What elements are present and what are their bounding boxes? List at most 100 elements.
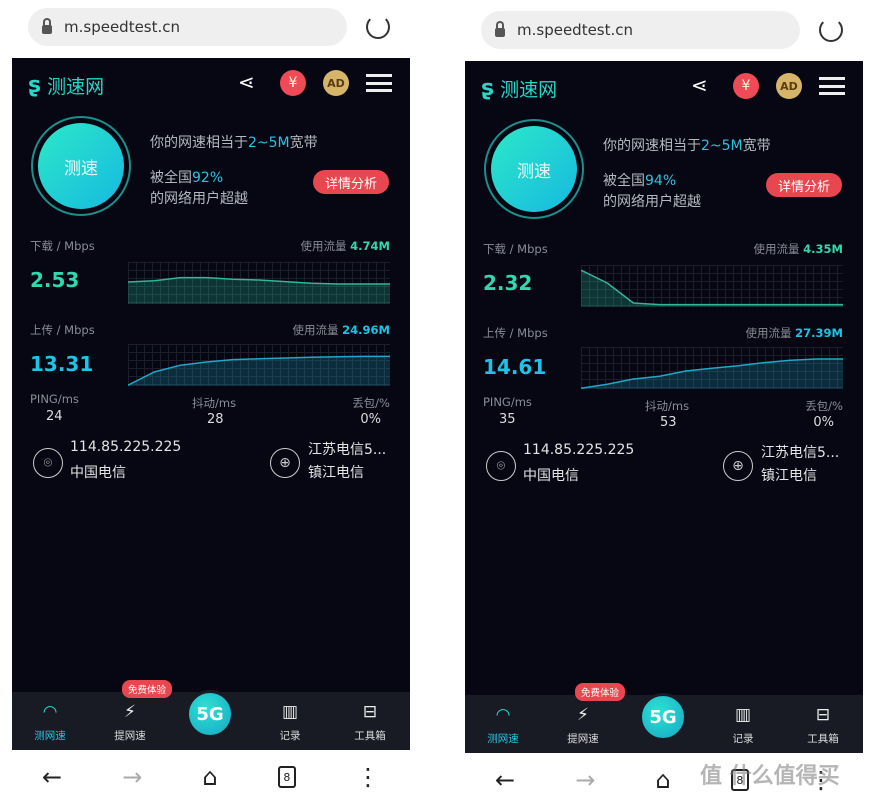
ping-label: PING/ms: [483, 395, 532, 409]
logo-icon: ʂ: [481, 76, 495, 101]
tabs-button[interactable]: 8: [277, 766, 296, 788]
location-pin-icon: ⌾: [33, 448, 63, 478]
tab-records[interactable]: ▥ 记录: [260, 702, 320, 743]
upload-area: [581, 359, 843, 389]
url-text: m.speedtest.cn: [517, 21, 634, 39]
url-text: m.speedtest.cn: [64, 18, 181, 36]
ip-address: 114.85.225.225: [523, 442, 635, 458]
share-icon[interactable]: ⋖: [238, 70, 255, 94]
upload-chart: [128, 344, 390, 386]
download-area: [581, 270, 843, 307]
beat-suffix: 的网络用户超越: [150, 191, 248, 207]
logo-text: 测速网: [500, 79, 558, 101]
jitter-label: 抖动/ms: [645, 399, 690, 413]
lock-icon: [42, 17, 52, 34]
upload-speed: 14.61: [483, 355, 547, 379]
address-bar[interactable]: m.speedtest.cn: [481, 11, 800, 49]
tab-5g[interactable]: 5G: [186, 690, 234, 738]
share-icon[interactable]: ⋖: [691, 73, 708, 97]
globe-icon: ⊕: [270, 448, 300, 478]
home-icon[interactable]: ⌂: [202, 763, 217, 791]
jitter-value: 28: [207, 412, 224, 427]
yen-icon[interactable]: ¥: [280, 70, 306, 96]
tab-speedtest[interactable]: ◠ 测网速: [20, 702, 80, 743]
tab-speedtest[interactable]: ◠ 测网速: [473, 705, 533, 746]
menu-icon[interactable]: [819, 77, 845, 95]
speedtest-button[interactable]: 测速: [31, 116, 131, 216]
logo[interactable]: ʂ 测速网: [481, 75, 557, 102]
upload-chart: [581, 347, 843, 389]
download-chart: [581, 265, 843, 307]
logo-icon: ʂ: [28, 73, 42, 98]
bottom-tab-bar: ◠ 测网速 ⚡ 提网速 免费体验 5G ▥ 记录 ⊟ 工具箱: [465, 683, 863, 753]
loss-value: 0%: [360, 412, 381, 427]
speedtest-page: ʂ 测速网 ⋖ ¥ AD 测速 你的网速相当于2~5M宽带 被全国92% 的网络用…: [12, 58, 410, 750]
globe-icon: ⊕: [723, 451, 753, 481]
download-usage: 使用流量 4.74M: [300, 239, 390, 253]
logo-text: 测速网: [47, 76, 105, 98]
tab-boost[interactable]: ⚡ 提网速: [100, 702, 160, 743]
tab-tools[interactable]: ⊟ 工具箱: [340, 702, 400, 743]
ip-address: 114.85.225.225: [70, 439, 182, 455]
logo[interactable]: ʂ 测速网: [28, 72, 104, 99]
phone-screenshot: m.speedtest.cn ʂ 测速网 ⋖ ¥ AD 测速 你的网速相当于2~5…: [0, 0, 420, 804]
equivalent-text: 你的网速相当于2~5M宽带: [603, 138, 771, 154]
upload-label: 上传 / Mbps: [30, 323, 95, 337]
back-icon[interactable]: ←: [495, 766, 515, 794]
server-city: 镇江电信: [308, 465, 364, 481]
forward-icon[interactable]: →: [122, 763, 142, 791]
menu-icon[interactable]: [366, 74, 392, 92]
jitter-value: 53: [660, 415, 677, 430]
back-icon[interactable]: ←: [42, 763, 62, 791]
ad-icon[interactable]: AD: [323, 70, 349, 96]
refresh-icon[interactable]: [366, 15, 390, 39]
server-name[interactable]: 江苏电信5...: [308, 439, 386, 459]
download-chart: [128, 262, 390, 304]
address-bar[interactable]: m.speedtest.cn: [28, 8, 347, 46]
upload-speed: 13.31: [30, 352, 94, 376]
refresh-icon[interactable]: [819, 18, 843, 42]
server-name[interactable]: 江苏电信5...: [761, 442, 839, 462]
speedtest-button[interactable]: 测速: [484, 119, 584, 219]
chip-icon: ⚡: [577, 705, 589, 725]
lock-icon: [495, 20, 505, 37]
ping-label: PING/ms: [30, 392, 79, 406]
upload-usage: 使用流量 27.39M: [745, 326, 843, 340]
phone-screenshot: m.speedtest.cn ʂ 测速网 ⋖ ¥ AD 测速 你的网速相当于2~5…: [453, 3, 873, 807]
download-label: 下载 / Mbps: [483, 242, 548, 256]
ping-value: 35: [499, 412, 516, 427]
beat-suffix: 的网络用户超越: [603, 194, 701, 210]
gauge-icon: ◠: [495, 705, 511, 725]
beat-text: 被全国94%: [603, 173, 677, 189]
gauge-icon: ◠: [42, 702, 58, 722]
ping-value: 24: [46, 409, 63, 424]
tab-5g[interactable]: 5G: [639, 693, 687, 741]
browser-nav-bar: ← → ⌂ 8 ⋮: [12, 750, 410, 804]
records-icon: ▥: [734, 705, 752, 725]
isp-name: 中国电信: [523, 468, 579, 484]
download-area: [128, 277, 390, 304]
detail-analysis-button[interactable]: 详情分析: [313, 170, 389, 194]
tab-boost[interactable]: ⚡ 提网速: [553, 705, 613, 746]
download-label: 下载 / Mbps: [30, 239, 95, 253]
location-pin-icon: ⌾: [486, 451, 516, 481]
detail-analysis-button[interactable]: 详情分析: [766, 173, 842, 197]
download-speed: 2.32: [483, 271, 533, 295]
speedtest-page: ʂ 测速网 ⋖ ¥ AD 测速 你的网速相当于2~5M宽带 被全国94% 的网络用…: [465, 61, 863, 753]
upload-usage: 使用流量 24.96M: [292, 323, 390, 337]
bottom-tab-bar: ◠ 测网速 ⚡ 提网速 免费体验 5G ▥ 记录 ⊟ 工具箱: [12, 680, 410, 750]
speedtest-button-label: 测速: [491, 126, 577, 212]
forward-icon[interactable]: →: [575, 766, 595, 794]
tab-tools[interactable]: ⊟ 工具箱: [793, 705, 853, 746]
loss-value: 0%: [813, 415, 834, 430]
jitter-label: 抖动/ms: [192, 396, 237, 410]
tab-records[interactable]: ▥ 记录: [713, 705, 773, 746]
more-icon[interactable]: ⋮: [356, 763, 380, 791]
chip-icon: ⚡: [124, 702, 136, 722]
ad-icon[interactable]: AD: [776, 73, 802, 99]
yen-icon[interactable]: ¥: [733, 73, 759, 99]
home-icon[interactable]: ⌂: [655, 766, 670, 794]
upload-label: 上传 / Mbps: [483, 326, 548, 340]
watermark: 值 什么值得买: [700, 764, 840, 789]
loss-label: 丢包/%: [352, 396, 390, 410]
